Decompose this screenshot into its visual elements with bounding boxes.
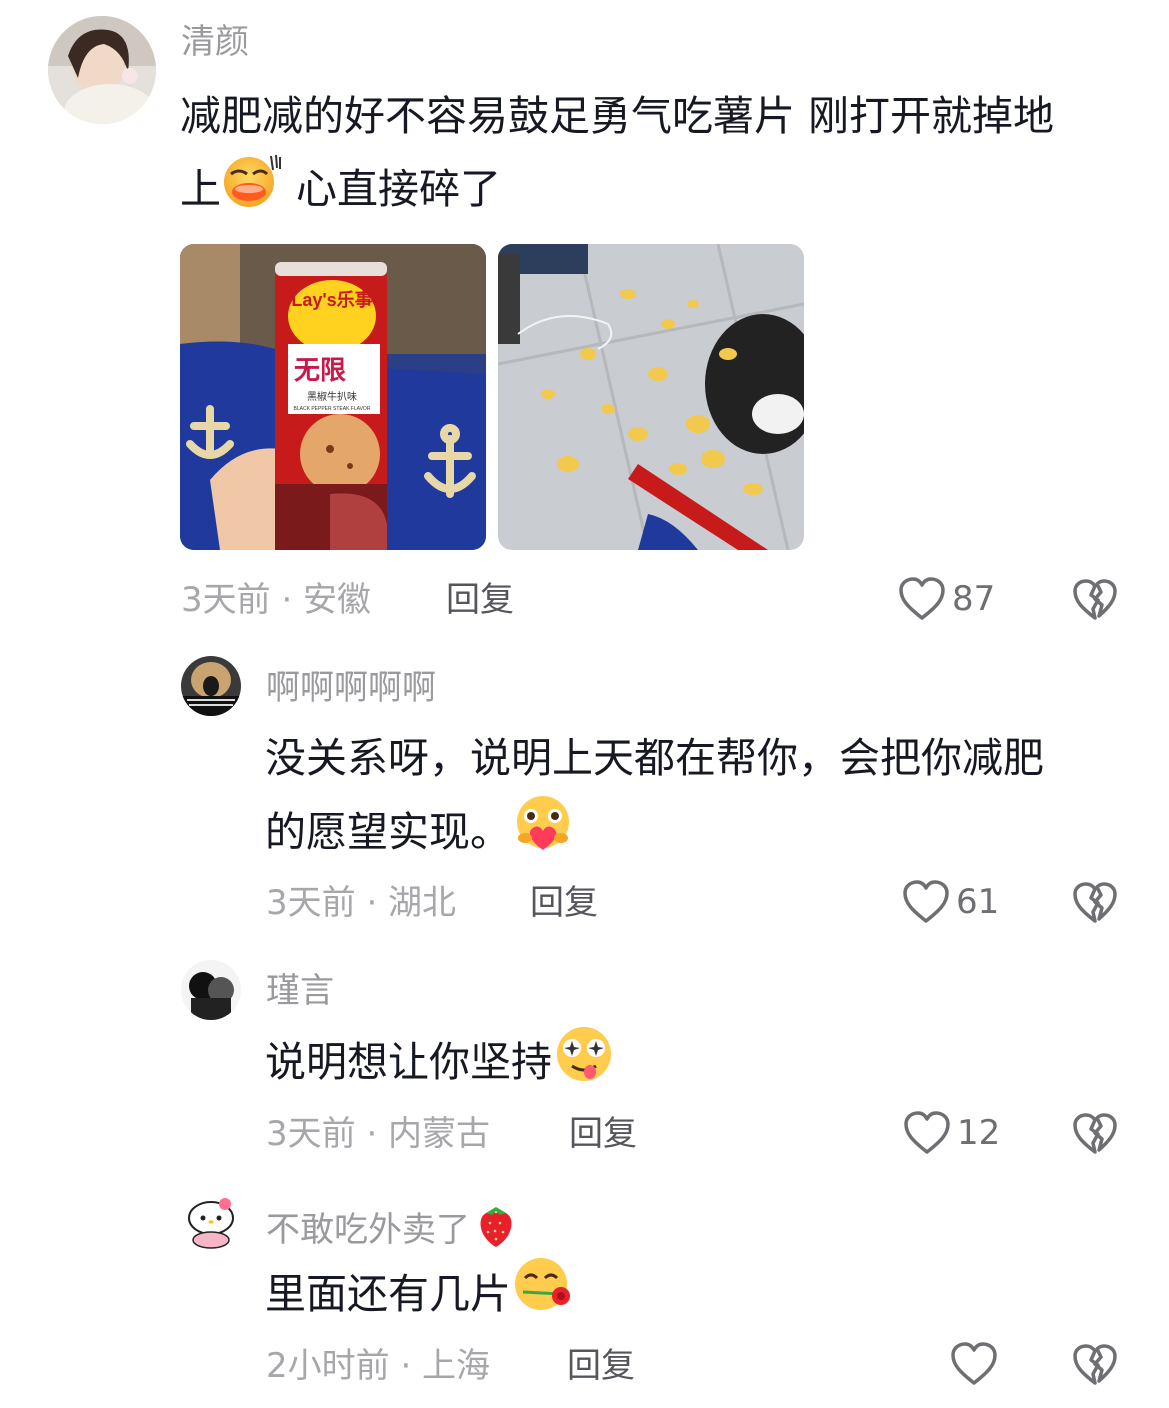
comment-text-line: 上 心直接碎了 bbox=[180, 152, 1140, 232]
comment-text-line: 没关系呀，说明上天都在帮你，会把你减肥 bbox=[265, 734, 1044, 782]
dislike-button[interactable] bbox=[1072, 578, 1118, 626]
heart-outline-icon bbox=[951, 1342, 997, 1385]
comment-meta: 3天前 · 安徽 bbox=[181, 580, 372, 620]
like-count: 12 bbox=[957, 1113, 1001, 1153]
comment-text-part: 心直接碎了 bbox=[283, 165, 502, 213]
like-button[interactable]: 87 bbox=[898, 576, 995, 622]
avatar[interactable] bbox=[181, 960, 241, 1020]
heart-outline-icon bbox=[899, 577, 945, 620]
comment-image-spilled-chips[interactable] bbox=[498, 244, 804, 550]
comment-text: 说明想让你坚持 bbox=[265, 1024, 1145, 1106]
broken-heart-icon bbox=[1073, 882, 1117, 923]
reply-button[interactable]: 回复 bbox=[446, 580, 514, 620]
reply-button[interactable]: 回复 bbox=[530, 883, 598, 923]
can-sub-text: 黑椒牛扒味 bbox=[307, 390, 357, 403]
broken-heart-icon bbox=[1073, 579, 1117, 620]
can-sub-en-text: BLACK PEPPER STEAK FLAVOR bbox=[294, 406, 371, 412]
like-count: 61 bbox=[956, 882, 1000, 922]
comment-text-part: 的愿望实现。 bbox=[265, 808, 511, 856]
like-count: 87 bbox=[952, 579, 996, 619]
comment-text-line: 里面还有几片 bbox=[265, 1256, 1145, 1338]
username-text: 不敢吃外卖了 bbox=[266, 1209, 470, 1250]
username[interactable]: 啊啊啊啊啊 bbox=[266, 668, 436, 708]
dislike-button[interactable] bbox=[1072, 1343, 1118, 1391]
dislike-button[interactable] bbox=[1072, 881, 1118, 929]
comment-meta: 2小时前 · 上海 bbox=[266, 1346, 491, 1386]
reply-button[interactable]: 回复 bbox=[569, 1114, 637, 1154]
sweat-face-emoji-icon bbox=[221, 152, 283, 232]
rose-mouth-emoji-icon bbox=[511, 1256, 575, 1338]
comment-text: 里面还有几片 bbox=[265, 1256, 1145, 1338]
heart-outline-icon bbox=[903, 880, 949, 923]
avatar[interactable] bbox=[181, 656, 241, 716]
broken-heart-icon bbox=[1073, 1344, 1117, 1385]
reply-button[interactable]: 回复 bbox=[567, 1346, 635, 1386]
comment-text: 没关系呀，说明上天都在帮你，会把你减肥 的愿望实现。 bbox=[265, 722, 1145, 876]
can-flavor-text: 无限 bbox=[294, 355, 346, 385]
dislike-button[interactable] bbox=[1072, 1112, 1118, 1160]
heart-outline-icon bbox=[904, 1111, 950, 1154]
username[interactable]: 瑾言 bbox=[266, 971, 334, 1011]
username[interactable]: 不敢吃外卖了 bbox=[266, 1201, 518, 1258]
comment-meta: 3天前 · 内蒙古 bbox=[266, 1114, 491, 1154]
like-button[interactable]: 61 bbox=[902, 879, 999, 925]
comment-meta: 3天前 · 湖北 bbox=[266, 883, 457, 923]
avatar[interactable] bbox=[48, 16, 156, 124]
avatar[interactable] bbox=[181, 1190, 241, 1250]
username[interactable]: 清颜 bbox=[181, 22, 249, 62]
like-button[interactable] bbox=[950, 1341, 1004, 1387]
can-brand-text: Lay's乐事 bbox=[291, 289, 372, 310]
hug-heart-emoji-icon bbox=[511, 794, 575, 876]
comment-text-line: 减肥减的好不容易鼓足勇气吃薯片 刚打开就掉地 bbox=[180, 92, 1055, 140]
comment-text-part: 里面还有几片 bbox=[265, 1270, 511, 1318]
strawberry-emoji-icon bbox=[474, 1201, 518, 1258]
like-button[interactable]: 12 bbox=[903, 1110, 1000, 1156]
broken-heart-icon bbox=[1073, 1113, 1117, 1154]
comment-text-part: 说明想让你坚持 bbox=[265, 1038, 552, 1086]
comment-text: 减肥减的好不容易鼓足勇气吃薯片 刚打开就掉地 上 心直接碎了 bbox=[180, 80, 1140, 232]
comment-text-line: 说明想让你坚持 bbox=[265, 1024, 1145, 1106]
comment-image-chips-can[interactable]: Lay's乐事 无限 黑椒牛扒味 BLACK PEPPER STEAK FLAV… bbox=[180, 244, 486, 550]
comment-text-line: 的愿望实现。 bbox=[265, 794, 1145, 876]
comment-text-part: 上 bbox=[180, 165, 221, 213]
star-eyes-tongue-emoji-icon bbox=[552, 1024, 616, 1106]
